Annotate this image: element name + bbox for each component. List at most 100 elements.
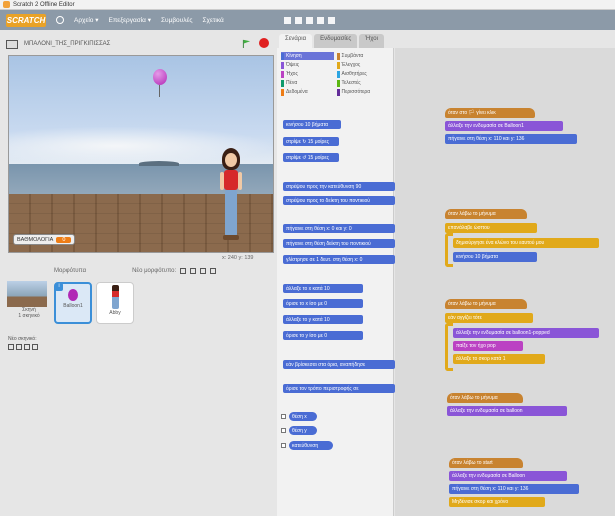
category-pen[interactable]: Πένα bbox=[281, 79, 334, 87]
variable-monitor[interactable]: ΒΑΘΜΟΛΟΓΙΑ 0 bbox=[13, 234, 76, 245]
stage-canvas[interactable]: ΒΑΘΜΟΛΟΓΙΑ 0 bbox=[8, 55, 274, 253]
choose-sprite-icon[interactable] bbox=[180, 268, 187, 274]
balloon-string bbox=[159, 85, 160, 97]
balloon-sprite[interactable] bbox=[153, 69, 167, 85]
girl-arm bbox=[238, 172, 242, 190]
category-events[interactable]: Συμβάντα bbox=[336, 52, 390, 60]
scratch-logo[interactable]: SCRATCH bbox=[6, 13, 46, 27]
choose-backdrop-icon[interactable] bbox=[8, 344, 14, 350]
category-label: Κίνηση bbox=[286, 53, 302, 59]
menu-edit[interactable]: Επεξεργασία ▾ bbox=[108, 16, 151, 24]
script-block[interactable]: παίξε τον ήχο pop bbox=[453, 341, 523, 351]
upload-backdrop-icon[interactable] bbox=[24, 344, 30, 350]
palette-block-rotation-style[interactable]: όρισε τον τρόπο περιστροφής σε bbox=[283, 384, 395, 393]
girl-face bbox=[225, 153, 237, 167]
script-block[interactable]: άλλαξε την ενδυμασία σε balloon1-popped bbox=[453, 328, 599, 338]
palette-block-go-to[interactable]: πήγαινε στη θέση δείκτη του ποντικιού bbox=[283, 239, 395, 248]
variable-value: 0 bbox=[56, 236, 72, 243]
menu-about[interactable]: Σχετικά bbox=[203, 17, 224, 24]
scripts-area[interactable]: όταν στο 🏳 γίνει κλικ άλλαξε την ενδυμασ… bbox=[395, 48, 615, 516]
category-operators[interactable]: Τελεστές bbox=[336, 79, 390, 87]
sprites-header: Μορφότυπα Νέο μορφότυπο: bbox=[6, 264, 275, 278]
category-more-blocks[interactable]: Περισσότερα bbox=[336, 88, 390, 96]
script-block[interactable]: πήγαινε στη θέση x: 110 και y: 136 bbox=[449, 484, 579, 494]
palette-block-turn-right[interactable]: στρίψε ↻ 15 μοίρες bbox=[283, 137, 339, 146]
script-block[interactable]: άλλαξε το σκορ κατά 1 bbox=[453, 354, 545, 364]
palette-block-go-to-xy[interactable]: πήγαινε στη θέση x: 0 και y: 0 bbox=[283, 224, 395, 233]
category-sensing[interactable]: Αισθητήρες bbox=[336, 70, 390, 78]
script-block[interactable]: επανάλαβε ώσπου bbox=[445, 223, 537, 233]
palette-block-bounce[interactable]: εάν βρίσκεσαι στα όρια, αναπήδησε bbox=[283, 360, 395, 369]
script-block[interactable]: κινήσου 10 βήματα bbox=[453, 252, 537, 262]
reporter-y-position[interactable]: θέση y bbox=[289, 426, 317, 435]
paint-sprite-icon[interactable] bbox=[190, 268, 197, 274]
shrink-tool-icon[interactable] bbox=[316, 16, 324, 24]
script-block[interactable]: όταν στο 🏳 γίνει κλικ bbox=[445, 108, 535, 118]
checkbox-y-position[interactable] bbox=[281, 428, 286, 433]
category-motion[interactable]: Κίνηση bbox=[281, 52, 334, 60]
checkbox-direction[interactable] bbox=[281, 443, 286, 448]
duplicate-tool-icon[interactable] bbox=[283, 16, 291, 24]
palette-block-set-y[interactable]: όρισε το y ίσο με 0 bbox=[283, 331, 363, 340]
palette-block-point-towards[interactable]: στρέψου προς το δείκτη του ποντικιού bbox=[283, 196, 395, 205]
category-label: Όψεις bbox=[286, 62, 300, 68]
delete-tool-icon[interactable] bbox=[294, 16, 302, 24]
language-globe-icon[interactable] bbox=[56, 16, 64, 24]
balloon-thumb bbox=[68, 289, 78, 301]
palette-block-set-x[interactable]: όρισε το x ίσο με 0 bbox=[283, 299, 363, 308]
abby-sprite[interactable] bbox=[218, 148, 244, 243]
tab-costumes[interactable]: Ενδυμασίες bbox=[314, 34, 358, 48]
checkbox-x-position[interactable] bbox=[281, 414, 286, 419]
category-color-swatch bbox=[336, 88, 340, 96]
palette-block-change-x[interactable]: άλλαξε το x κατά 10 bbox=[283, 284, 363, 293]
camera-icon[interactable] bbox=[210, 268, 217, 274]
palette-block-glide[interactable]: γλίστρησε σε 1 δευτ. στη θέση x: 0 bbox=[283, 255, 395, 264]
camera-backdrop-icon[interactable] bbox=[32, 344, 38, 350]
script-block[interactable]: όταν λάβω το start bbox=[449, 458, 523, 468]
category-control[interactable]: Έλεγχος bbox=[336, 61, 390, 69]
app-icon bbox=[3, 1, 10, 8]
menu-tips[interactable]: Συμβουλές bbox=[161, 17, 193, 24]
script-block[interactable]: άλλαξε την ενδυμασία σε balloon bbox=[447, 406, 567, 416]
info-icon[interactable]: i bbox=[55, 283, 63, 291]
palette-block-move[interactable]: κινήσου 10 βήματα bbox=[283, 120, 341, 129]
script-block[interactable]: άλλαξε την ενδυμασία σε Balloon bbox=[449, 471, 567, 481]
new-backdrop-icons bbox=[8, 344, 38, 350]
reporter-direction[interactable]: κατεύθυνση bbox=[289, 441, 333, 450]
girl-shirt bbox=[224, 170, 238, 190]
script-block[interactable]: άλλαξε την ενδυμασία σε Balloon1 bbox=[445, 121, 563, 131]
category-color-swatch bbox=[281, 79, 284, 87]
script-block[interactable]: δημιούργησε ένα κλώνο του εαυτού μου bbox=[453, 238, 599, 248]
category-label: Αισθητήρες bbox=[341, 71, 367, 77]
category-looks[interactable]: Όψεις bbox=[281, 61, 334, 69]
palette-block-point-direction[interactable]: στρέψου προς την κατεύθυνση 90 bbox=[283, 182, 395, 191]
script-block[interactable]: πήγαινε στη θέση x: 110 και y: 136 bbox=[445, 134, 577, 144]
green-flag-icon[interactable] bbox=[242, 39, 251, 48]
palette-block-change-y[interactable]: άλλαξε το y κατά 10 bbox=[283, 315, 363, 324]
tab-scripts[interactable]: Σενάρια bbox=[279, 34, 313, 48]
category-sound[interactable]: Ήχος bbox=[281, 70, 334, 78]
stop-icon[interactable] bbox=[259, 38, 269, 48]
script-block[interactable]: Μηδένισε σκορ και χρόνο bbox=[449, 497, 545, 507]
paint-backdrop-icon[interactable] bbox=[16, 344, 22, 350]
palette-block-turn-left[interactable]: στρίψε ↺ 15 μοίρες bbox=[283, 153, 339, 162]
script-block[interactable]: εάν αγγίζει τότε bbox=[445, 313, 533, 323]
menu-file[interactable]: Αρχείο ▾ bbox=[74, 16, 98, 24]
category-color-swatch bbox=[281, 88, 284, 96]
stage-thumbnail-image bbox=[7, 281, 47, 307]
script-block[interactable]: όταν λάβω το μήνυμα bbox=[447, 393, 523, 403]
sprite-tile-abby[interactable]: Abby bbox=[96, 282, 134, 324]
project-name[interactable]: ΜΠΑΛΟΝΙ_ΤΗΣ_ΠΡΙΓΚΙΠΙΣΣΑΣ bbox=[24, 41, 110, 47]
sprite-tile-balloon[interactable]: i Balloon1 bbox=[54, 282, 92, 324]
presentation-mode-icon[interactable] bbox=[6, 39, 18, 49]
grow-tool-icon[interactable] bbox=[305, 16, 313, 24]
toolbar-tools bbox=[283, 16, 335, 24]
script-block[interactable]: όταν λάβω το μήνυμα bbox=[445, 209, 527, 219]
tab-sounds[interactable]: Ήχοι bbox=[359, 34, 384, 48]
stage-thumbnail[interactable]: Σκηνή 1 σκηνικό bbox=[7, 281, 51, 326]
upload-sprite-icon[interactable] bbox=[200, 268, 207, 274]
category-data[interactable]: Δεδομένα bbox=[281, 88, 334, 96]
reporter-x-position[interactable]: θέση x bbox=[289, 412, 317, 421]
help-tool-icon[interactable] bbox=[327, 16, 335, 24]
script-block[interactable]: όταν λάβω το μήνυμα bbox=[445, 299, 527, 309]
